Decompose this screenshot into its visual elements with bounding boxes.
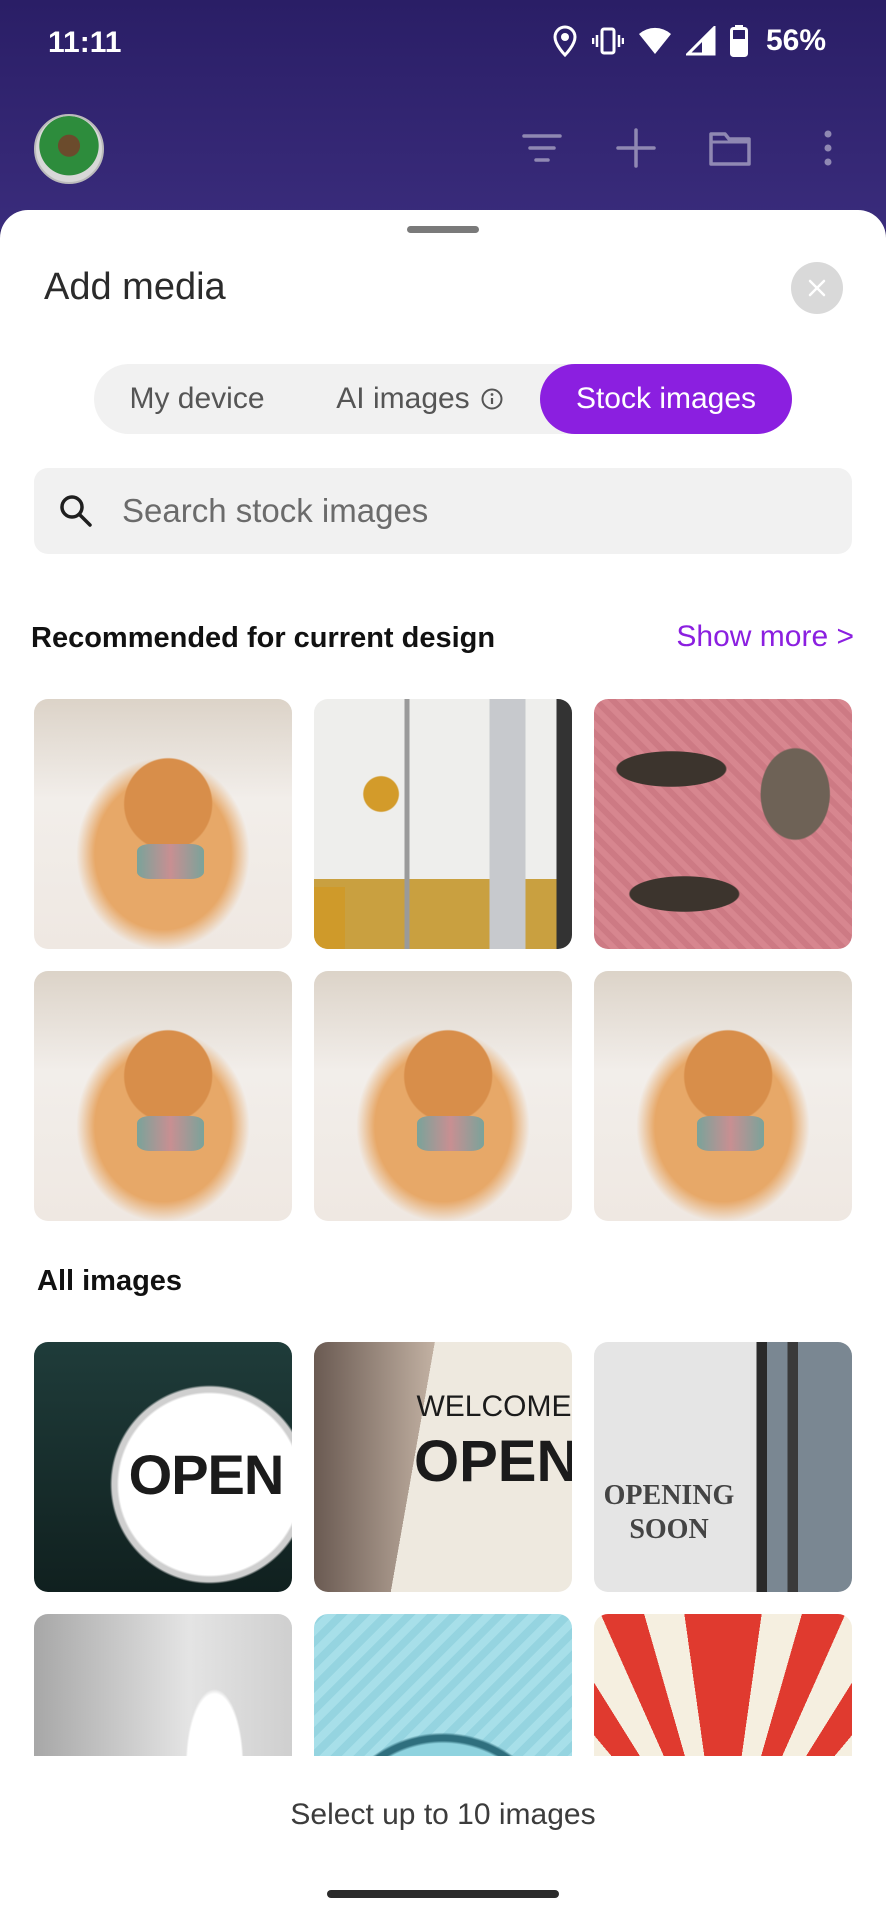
selection-limit-text: Select up to 10 images	[290, 1798, 596, 1831]
tab-ai-images[interactable]: AI images	[300, 364, 540, 434]
tab-stock-images[interactable]: Stock images	[540, 364, 792, 434]
sheet-title: Add media	[44, 266, 226, 308]
image-thumbnail[interactable]: WELCOME OPEN	[314, 1342, 572, 1592]
image-thumbnail[interactable]	[34, 971, 292, 1221]
image-thumbnail[interactable]	[594, 699, 852, 949]
image-thumbnail[interactable]	[314, 971, 572, 1221]
add-media-sheet: Add media My device AI images Stock imag…	[0, 210, 886, 1920]
image-thumbnail[interactable]: OPEN	[34, 1342, 292, 1592]
sign-text: OPEN	[128, 1443, 285, 1506]
image-thumbnail[interactable]	[594, 971, 852, 1221]
sign-text: OPEN	[414, 1429, 572, 1494]
vibrate-icon	[591, 27, 624, 55]
image-thumbnail[interactable]: OPENING SOON	[594, 1342, 852, 1592]
folder-icon[interactable]	[708, 126, 752, 170]
tab-my-device[interactable]: My device	[94, 364, 300, 434]
sign-text: WELCOME	[416, 1390, 572, 1423]
status-icons: 56%	[552, 24, 826, 58]
search-box[interactable]	[34, 468, 852, 554]
app-bar	[0, 100, 886, 200]
location-icon	[553, 25, 577, 57]
home-indicator[interactable]	[327, 1890, 559, 1898]
close-icon	[808, 279, 826, 297]
signal-icon	[685, 26, 716, 56]
sign-text: OPENING	[603, 1480, 735, 1511]
more-vert-icon[interactable]	[806, 126, 850, 170]
add-icon[interactable]	[614, 126, 658, 170]
image-thumbnail[interactable]	[314, 699, 572, 949]
search-input[interactable]	[122, 492, 822, 530]
info-icon[interactable]	[480, 387, 504, 411]
battery-percentage: 56%	[765, 24, 826, 57]
image-thumbnail[interactable]	[34, 699, 292, 949]
drag-handle[interactable]	[407, 226, 479, 233]
tab-label: AI images	[336, 382, 470, 415]
recommended-title: Recommended for current design	[31, 622, 496, 654]
search-icon	[60, 495, 92, 527]
avatar[interactable]	[34, 114, 104, 184]
status-time: 11:11	[48, 26, 122, 59]
tab-label: My device	[129, 382, 265, 415]
sign-text: SOON	[629, 1514, 709, 1545]
battery-icon	[729, 25, 748, 57]
filter-icon[interactable]	[520, 126, 564, 170]
app-header-background: 11:11 56%	[0, 0, 886, 230]
status-bar: 11:11 56%	[0, 0, 886, 88]
show-more-link[interactable]: Show more >	[676, 620, 854, 654]
tab-label: Stock images	[575, 382, 757, 415]
all-images-title: All images	[37, 1265, 183, 1297]
source-tabs: My device AI images Stock images	[94, 364, 792, 434]
close-button[interactable]	[791, 262, 843, 314]
wifi-icon	[638, 27, 671, 54]
